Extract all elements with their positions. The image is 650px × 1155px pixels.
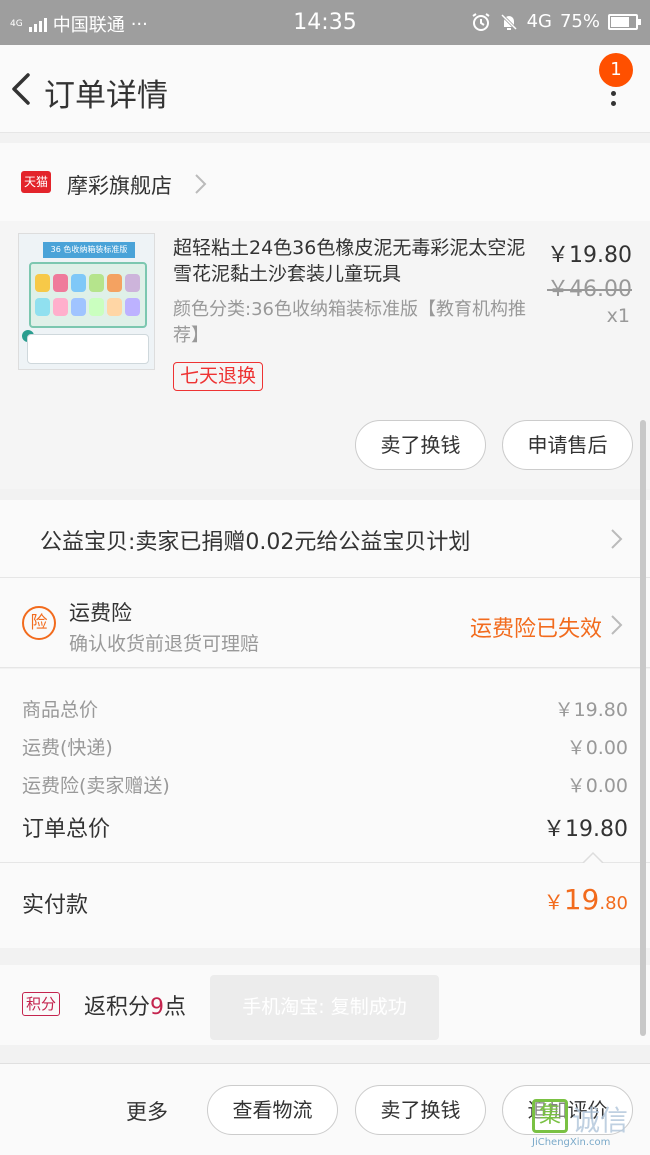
store-row[interactable]: 天猫 摩彩旗舰店 xyxy=(0,143,650,221)
points-tag: 积分 xyxy=(22,992,61,1016)
chevron-right-icon xyxy=(611,615,623,635)
summary-label: 商品总价 xyxy=(22,699,99,721)
summary-label: 运费险(卖家赠送) xyxy=(22,775,170,797)
summary-row: 商品总价 ￥19.80 xyxy=(22,695,628,722)
summary-row: 运费(快递) ￥0.00 xyxy=(22,733,628,760)
watermark-url: JiChengXin.com xyxy=(532,1137,611,1148)
original-price: ￥46.00 xyxy=(547,277,632,302)
accessory-strip xyxy=(27,334,149,364)
product-sku: 颜色分类:36色收纳箱装标准版【教育机构推荐】 xyxy=(173,299,526,346)
tmall-logo-icon: 天猫 xyxy=(21,171,51,193)
copy-success-toast: 手机淘宝: 复制成功 xyxy=(210,975,439,1040)
scrollbar[interactable] xyxy=(640,420,646,1036)
order-total-row: 订单总价 ￥19.80 xyxy=(22,811,628,843)
order-total-value: ￥19.80 xyxy=(543,817,628,842)
shipping-insurance-row[interactable]: 险 运费险 确认收货前退货可理赔 运费险已失效 xyxy=(0,578,650,668)
product-card[interactable]: 36 色收纳箱装标准版 超轻粘土24色36色橡皮泥无毒彩泥太空泥雪花泥黏土沙套装… xyxy=(0,221,650,489)
charity-row[interactable]: 公益宝贝:卖家已捐赠0.02元给公益宝贝计划 xyxy=(0,500,650,578)
back-arrow-icon[interactable] xyxy=(6,71,36,107)
points-prefix: 返积分 xyxy=(84,995,151,1020)
view-logistics-button[interactable]: 查看物流 xyxy=(207,1085,338,1135)
sell-for-cash-button[interactable]: 卖了换钱 xyxy=(355,1085,486,1135)
product-quantity: x1 xyxy=(606,305,630,327)
store-name: 摩彩旗舰店 xyxy=(67,174,172,198)
battery-icon xyxy=(608,13,641,30)
site-watermark: 集 诚信 JiChengXin.com xyxy=(532,1099,648,1151)
more-button[interactable]: 更多 xyxy=(126,1096,168,1126)
insurance-desc: 确认收货前退货可理赔 xyxy=(69,633,260,655)
paid-label: 实付款 xyxy=(22,893,89,918)
paid-amount: ￥19.80 xyxy=(544,883,628,916)
chevron-right-icon xyxy=(611,529,623,549)
summary-value: ￥19.80 xyxy=(554,699,628,721)
paid-currency: ￥ xyxy=(543,890,564,914)
notification-badge: 1 xyxy=(599,53,633,87)
product-image[interactable]: 36 色收纳箱装标准版 xyxy=(18,233,155,370)
sell-button[interactable]: 卖了换钱 xyxy=(355,420,486,470)
return-policy-tag: 七天退换 xyxy=(173,362,264,391)
image-label: 36 色收纳箱装标准版 xyxy=(43,242,135,258)
chevron-right-icon xyxy=(195,174,207,194)
watermark-text: 诚信 xyxy=(572,1104,629,1137)
insurance-icon: 险 xyxy=(22,606,56,640)
mute-bell-icon xyxy=(500,13,517,30)
charity-text: 公益宝贝:卖家已捐赠0.02元给公益宝贝计划 xyxy=(40,530,471,555)
actual-payment-row: 实付款 ￥19.80 xyxy=(0,863,650,948)
top-nav-bar: 订单详情 1 xyxy=(0,45,650,133)
product-price: ￥19.80 xyxy=(547,243,632,268)
battery-percent: 75% xyxy=(559,11,600,32)
page-title: 订单详情 xyxy=(44,78,168,114)
alarm-icon xyxy=(472,12,490,31)
clay-box-graphic xyxy=(29,262,147,328)
after-sale-button[interactable]: 申请售后 xyxy=(502,420,633,470)
points-row: 积分 返积分9点 手机淘宝: 复制成功 xyxy=(0,965,650,1045)
points-suffix: 点 xyxy=(164,995,187,1020)
summary-label: 运费(快递) xyxy=(22,737,113,759)
insurance-status: 运费险已失效 xyxy=(469,617,602,642)
summary-value: ￥0.00 xyxy=(566,737,628,759)
summary-value: ￥0.00 xyxy=(566,775,628,797)
insurance-name: 运费险 xyxy=(69,601,132,625)
paid-decimal: .80 xyxy=(599,893,628,914)
battery-fill xyxy=(611,16,629,27)
order-total-label: 订单总价 xyxy=(22,817,111,842)
points-count: 9 xyxy=(150,995,165,1020)
price-summary: 商品总价 ￥19.80 运费(快递) ￥0.00 运费险(卖家赠送) ￥0.00… xyxy=(0,669,650,864)
status-bar: 4G 中国联通 ··· 14:35 4G 75% xyxy=(0,0,650,45)
caret-up-icon xyxy=(582,851,604,864)
product-title[interactable]: 超轻粘土24色36色橡皮泥无毒彩泥太空泥雪花泥黏土沙套装儿童玩具 xyxy=(173,235,533,287)
summary-row: 运费险(卖家赠送) ￥0.00 xyxy=(22,771,628,798)
points-text: 返积分9点 xyxy=(84,989,186,1021)
watermark-logo-icon: 集 xyxy=(532,1099,568,1133)
network-type: 4G xyxy=(526,11,552,32)
paid-integer: 19 xyxy=(563,883,600,916)
